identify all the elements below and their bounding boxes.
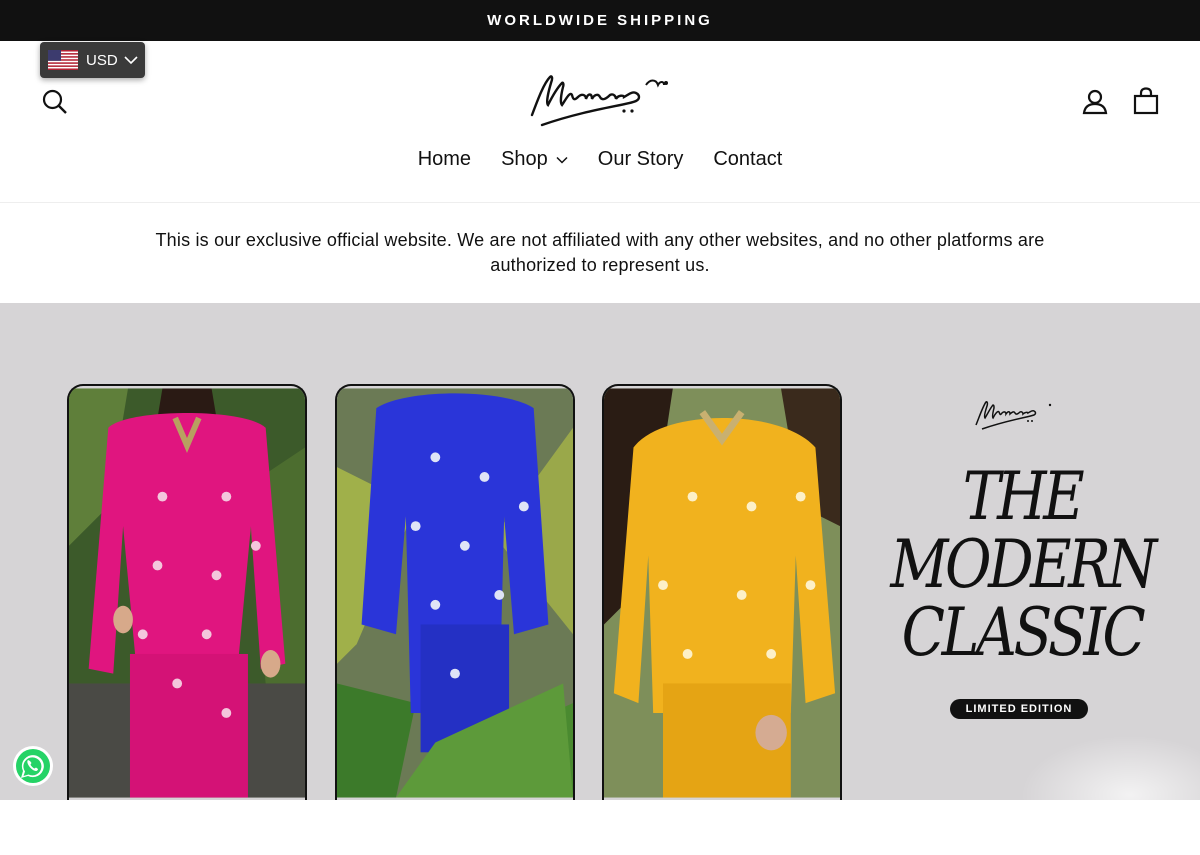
main-nav: Home Shop Our Story Contact: [0, 148, 1200, 171]
pink-outfit-image: [69, 388, 305, 798]
whatsapp-icon[interactable]: [12, 745, 54, 787]
nav-shop[interactable]: Shop: [501, 148, 568, 171]
cart-icon[interactable]: [1133, 87, 1159, 115]
notice-text: This is our exclusive official website. …: [155, 230, 1045, 275]
account-icon[interactable]: [1082, 89, 1108, 115]
yellow-outfit-image: [604, 388, 840, 798]
nav-home[interactable]: Home: [418, 148, 471, 171]
product-image-blue[interactable]: [335, 384, 575, 800]
product-image-yellow[interactable]: [602, 384, 842, 800]
blue-outfit-image: [337, 388, 573, 798]
hero-banner[interactable]: THE MODERN CLASSIC LIMITED EDITION: [0, 303, 1200, 800]
chevron-down-icon: [124, 55, 138, 64]
brand-logo-small: [975, 401, 1052, 430]
collection-branding: THE MODERN CLASSIC LIMITED EDITION: [862, 303, 1182, 800]
nav-our-story[interactable]: Our Story: [598, 148, 684, 171]
headline-line-1: THE: [962, 458, 1085, 535]
official-site-notice: This is our exclusive official website. …: [0, 203, 1200, 303]
headline-line-2: MODERN: [890, 526, 1157, 603]
nav-shop-label: Shop: [501, 148, 548, 170]
headline-line-3: CLASSIC: [901, 594, 1146, 671]
currency-code: USD: [86, 51, 118, 69]
us-flag-icon: [48, 50, 78, 70]
nav-contact[interactable]: Contact: [713, 148, 782, 171]
brand-logo[interactable]: [528, 69, 672, 131]
announcement-bar: WORLDWIDE SHIPPING: [0, 0, 1200, 41]
site-header: USD Home Shop Our Story Contact: [0, 41, 1200, 203]
limited-edition-badge: LIMITED EDITION: [950, 699, 1088, 719]
currency-selector[interactable]: USD: [40, 42, 145, 78]
search-icon[interactable]: [42, 89, 68, 115]
announcement-text: WORLDWIDE SHIPPING: [487, 12, 713, 29]
chevron-down-icon: [556, 156, 568, 164]
product-image-pink[interactable]: [67, 384, 307, 800]
hero-headline: THE MODERN CLASSIC: [884, 463, 1159, 667]
decorative-glow: [1020, 735, 1200, 855]
